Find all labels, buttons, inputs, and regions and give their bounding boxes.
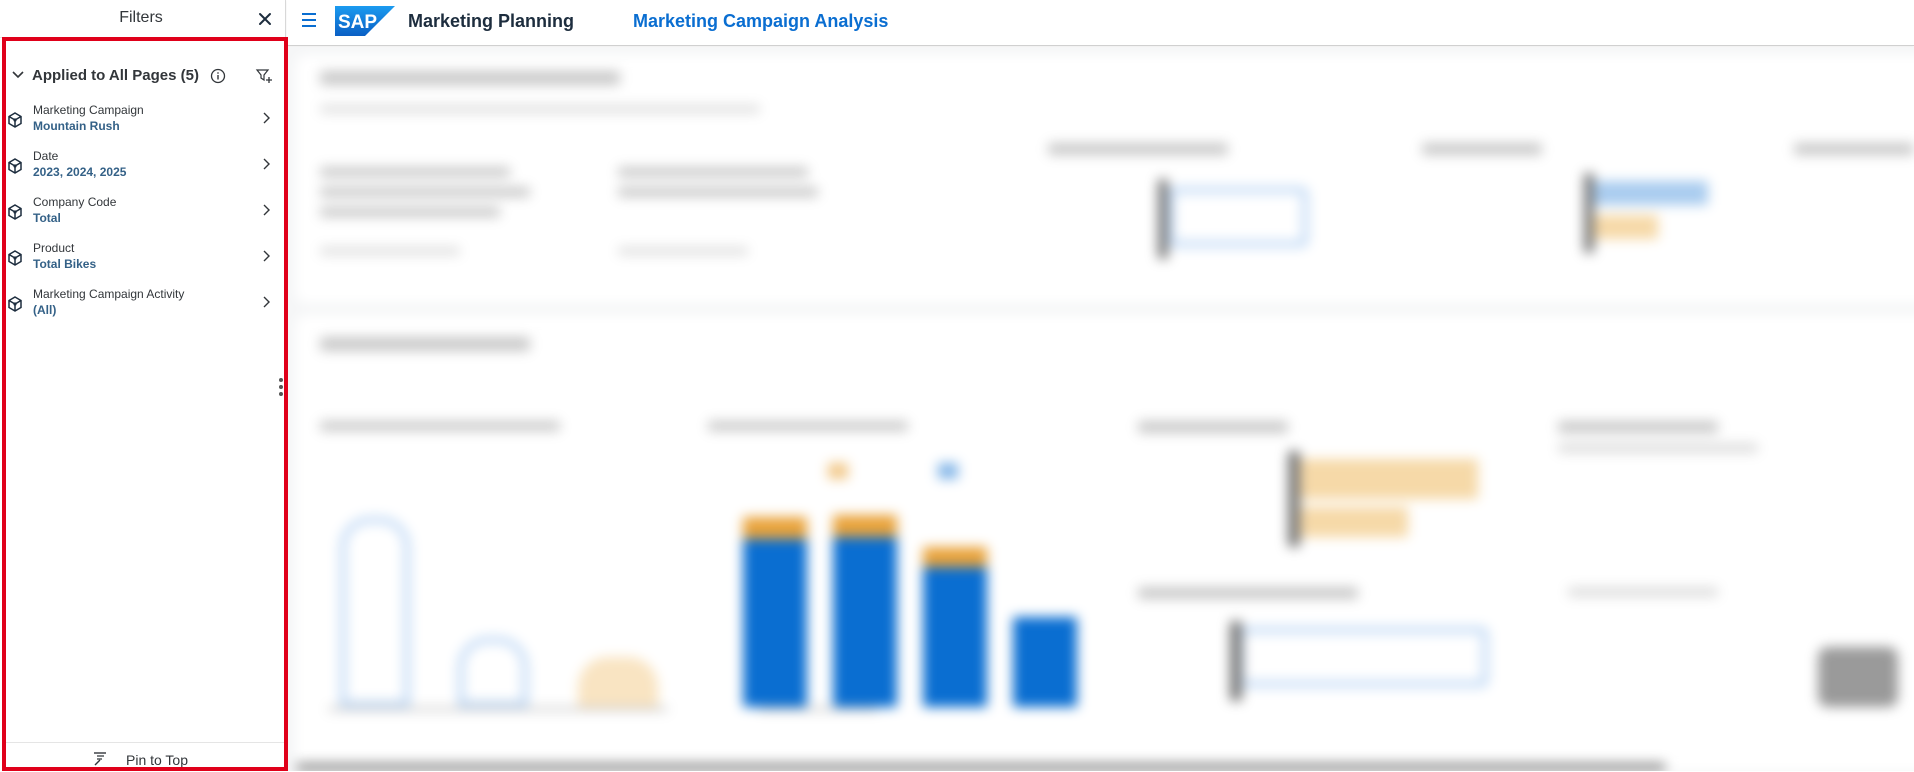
filter-item-marketing-campaign[interactable]: Marketing Campaign Mountain Rush — [6, 103, 272, 143]
filter-item-company-code[interactable]: Company Code Total — [6, 195, 272, 235]
dimension-cube-icon — [6, 295, 24, 313]
filter-add-icon[interactable] — [255, 67, 273, 85]
filters-title: Filters — [119, 9, 163, 26]
chevron-right-icon — [258, 294, 274, 310]
filter-item-value: Total — [33, 211, 61, 225]
info-icon[interactable] — [209, 67, 227, 85]
filter-item-label: Marketing Campaign Activity — [33, 287, 185, 301]
filter-item-label: Product — [33, 241, 75, 255]
pin-bar: Pin to Top — [4, 742, 284, 771]
filters-header: Filters — [0, 0, 286, 38]
app-title: Marketing Planning — [408, 11, 575, 31]
filter-item-label: Marketing Campaign — [33, 103, 144, 117]
close-icon[interactable] — [254, 8, 276, 30]
filter-item-label: Company Code — [33, 195, 117, 209]
chevron-right-icon — [258, 156, 274, 172]
chevron-down-icon[interactable] — [10, 67, 26, 83]
filter-item-label: Date — [33, 149, 59, 163]
dimension-cube-icon — [6, 111, 24, 129]
story-title[interactable]: Marketing Campaign Analysis — [633, 11, 888, 32]
pin-icon — [92, 751, 108, 767]
shell-header: SAP Marketing Planning Marketing Campaig… — [287, 0, 1914, 46]
filter-item-marketing-campaign-activity[interactable]: Marketing Campaign Activity (All) — [6, 287, 272, 327]
filter-item-date[interactable]: Date 2023, 2024, 2025 — [6, 149, 272, 189]
filter-item-value: Total Bikes — [33, 257, 97, 271]
filter-item-value: Mountain Rush — [33, 119, 120, 133]
chevron-right-icon — [258, 248, 274, 264]
filters-panel: Filters Applied to All Pages (5) Marketi… — [0, 0, 286, 771]
chevron-right-icon — [258, 110, 274, 126]
svg-text:SAP: SAP — [338, 12, 377, 33]
sap-logo: SAP — [335, 6, 395, 36]
dimension-cube-icon — [6, 157, 24, 175]
pin-to-top-label: Pin to Top — [126, 752, 189, 768]
story-canvas — [288, 47, 1914, 771]
filter-item-value: (All) — [33, 303, 57, 317]
dimension-cube-icon — [6, 203, 24, 221]
applied-filters-section-header: Applied to All Pages (5) — [8, 64, 278, 88]
chevron-right-icon — [258, 202, 274, 218]
panel-resize-handle[interactable] — [278, 378, 284, 404]
dimension-cube-icon — [6, 249, 24, 267]
applied-filters-title: Applied to All Pages (5) — [32, 67, 199, 84]
blurred-dashboard — [288, 47, 1914, 771]
filter-item-product[interactable]: Product Total Bikes — [6, 241, 272, 281]
hamburger-icon[interactable] — [302, 13, 320, 31]
filter-item-value: 2023, 2024, 2025 — [33, 165, 127, 179]
